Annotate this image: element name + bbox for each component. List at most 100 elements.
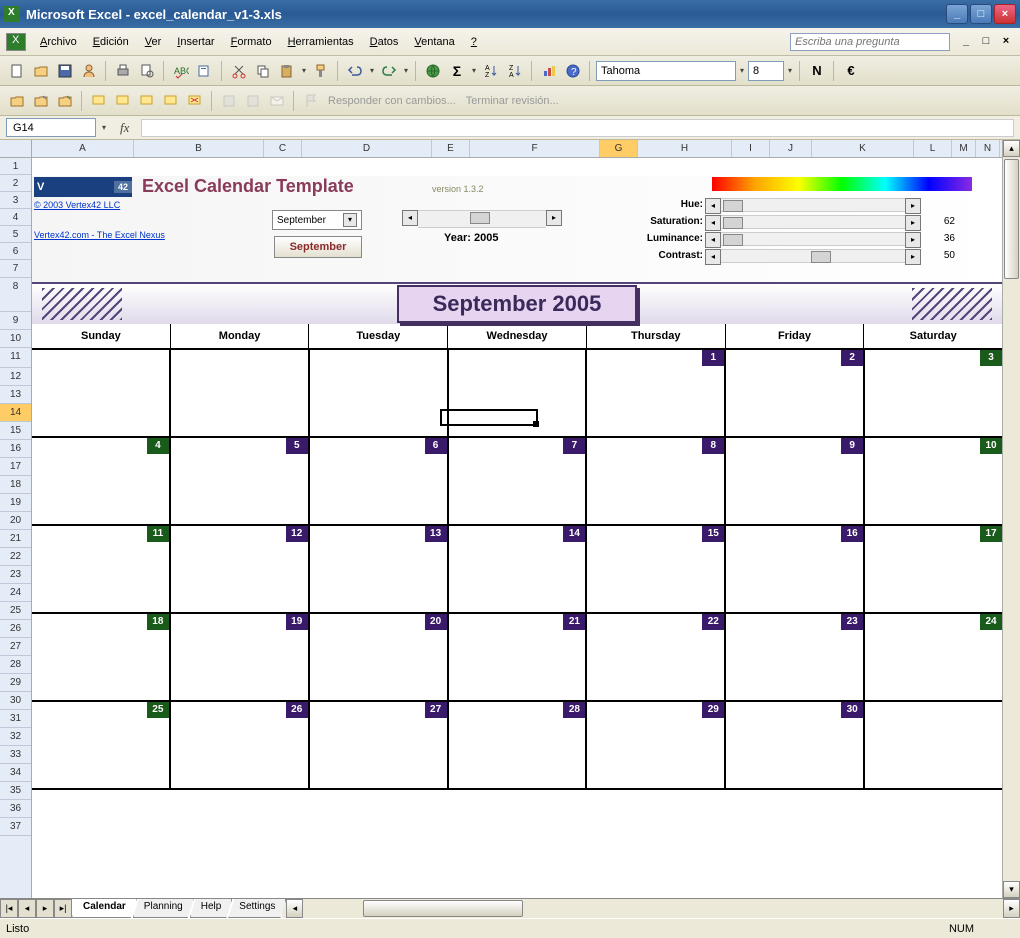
- calendar-cell[interactable]: 5: [171, 438, 310, 524]
- menu-ventana[interactable]: Ventana: [406, 33, 462, 51]
- hyperlink-button[interactable]: [422, 60, 444, 82]
- row-header-36[interactable]: 36: [0, 800, 31, 818]
- year-next-button[interactable]: ▸: [546, 210, 562, 226]
- col-header-N[interactable]: N: [976, 140, 1000, 157]
- calendar-cell[interactable]: 1: [587, 350, 726, 436]
- calendar-cell[interactable]: 11: [32, 526, 171, 612]
- row-header-25[interactable]: 25: [0, 602, 31, 620]
- paste-dropdown[interactable]: ▾: [300, 66, 308, 75]
- vscroll-thumb[interactable]: [1004, 159, 1019, 279]
- track-button[interactable]: [242, 90, 264, 112]
- calendar-cell[interactable]: 6: [310, 438, 449, 524]
- comment-show-button[interactable]: [160, 90, 182, 112]
- undo-dropdown[interactable]: ▾: [368, 66, 376, 75]
- ink-button[interactable]: [218, 90, 240, 112]
- spelling-button[interactable]: ABC: [170, 60, 192, 82]
- row-header-21[interactable]: 21: [0, 530, 31, 548]
- calendar-cell[interactable]: 3: [865, 350, 1002, 436]
- ask-question-input[interactable]: [790, 33, 950, 51]
- calendar-cell[interactable]: 19: [171, 614, 310, 700]
- calendar-cell[interactable]: 27: [310, 702, 449, 788]
- row-header-8[interactable]: 8: [0, 278, 31, 312]
- save-button[interactable]: [54, 60, 76, 82]
- scroll-right-button[interactable]: ▸: [1003, 899, 1020, 918]
- comment-delete-button[interactable]: [184, 90, 206, 112]
- vscroll-track[interactable]: [1003, 157, 1020, 881]
- row-header-17[interactable]: 17: [0, 458, 31, 476]
- doc-restore-button[interactable]: □: [978, 35, 994, 49]
- col-header-A[interactable]: A: [32, 140, 134, 157]
- calendar-cell[interactable]: 28: [449, 702, 588, 788]
- row-header-12[interactable]: 12: [0, 368, 31, 386]
- menu-insertar[interactable]: Insertar: [169, 33, 222, 51]
- calendar-cell[interactable]: 12: [171, 526, 310, 612]
- col-header-C[interactable]: C: [264, 140, 302, 157]
- sheet-tab-settings[interactable]: Settings: [228, 899, 286, 918]
- autosum-button[interactable]: Σ: [446, 60, 468, 82]
- row-header-15[interactable]: 15: [0, 422, 31, 440]
- excel-doc-icon[interactable]: [6, 33, 26, 51]
- calendar-cell[interactable]: 4: [32, 438, 171, 524]
- col-header-M[interactable]: M: [952, 140, 976, 157]
- hue-slider[interactable]: ◂▸: [705, 198, 921, 212]
- col-header-I[interactable]: I: [732, 140, 770, 157]
- row-header-32[interactable]: 32: [0, 728, 31, 746]
- month-dropdown[interactable]: September ▾: [272, 210, 362, 230]
- menu-edición[interactable]: Edición: [85, 33, 137, 51]
- folder1-button[interactable]: [6, 90, 28, 112]
- tab-first-button[interactable]: |◂: [0, 899, 18, 918]
- sort-desc-button[interactable]: ZA: [504, 60, 526, 82]
- row-header-27[interactable]: 27: [0, 638, 31, 656]
- folder3-button[interactable]: [54, 90, 76, 112]
- row-header-16[interactable]: 16: [0, 440, 31, 458]
- calendar-cell[interactable]: 30: [726, 702, 865, 788]
- tab-prev-button[interactable]: ◂: [18, 899, 36, 918]
- sheet-tab-help[interactable]: Help: [190, 899, 233, 918]
- sort-asc-button[interactable]: AZ: [480, 60, 502, 82]
- row-header-23[interactable]: 23: [0, 566, 31, 584]
- calendar-cell[interactable]: 16: [726, 526, 865, 612]
- calendar-cell[interactable]: 22: [587, 614, 726, 700]
- comment-prev-button[interactable]: [112, 90, 134, 112]
- calendar-cell[interactable]: 25: [32, 702, 171, 788]
- year-prev-button[interactable]: ◂: [402, 210, 418, 226]
- col-header-F[interactable]: F: [470, 140, 600, 157]
- calendar-cell[interactable]: 29: [587, 702, 726, 788]
- lum-slider[interactable]: ◂▸: [705, 232, 921, 246]
- font-name-dropdown[interactable]: ▾: [738, 66, 746, 75]
- hscroll-track[interactable]: [303, 899, 1003, 918]
- select-all-corner[interactable]: [0, 140, 32, 158]
- calendar-cell[interactable]: 13: [310, 526, 449, 612]
- row-header-19[interactable]: 19: [0, 494, 31, 512]
- calendar-cell[interactable]: 15: [587, 526, 726, 612]
- open-button[interactable]: [30, 60, 52, 82]
- row-header-31[interactable]: 31: [0, 710, 31, 728]
- new-button[interactable]: [6, 60, 28, 82]
- print-button[interactable]: [112, 60, 134, 82]
- cut-button[interactable]: [228, 60, 250, 82]
- redo-button[interactable]: [378, 60, 400, 82]
- calendar-cell[interactable]: 26: [171, 702, 310, 788]
- menu-datos[interactable]: Datos: [362, 33, 407, 51]
- respond-changes-button[interactable]: Responder con cambios...: [324, 95, 460, 107]
- maximize-button[interactable]: □: [970, 4, 992, 24]
- menu-herramientas[interactable]: Herramientas: [280, 33, 362, 51]
- calendar-cell[interactable]: 21: [449, 614, 588, 700]
- calendar-cell[interactable]: 24: [865, 614, 1002, 700]
- year-scrollbar[interactable]: ◂ ▸: [402, 210, 562, 228]
- comment-new-button[interactable]: [88, 90, 110, 112]
- col-header-J[interactable]: J: [770, 140, 812, 157]
- row-header-11[interactable]: 11: [0, 348, 31, 368]
- col-header-K[interactable]: K: [812, 140, 914, 157]
- calendar-cell[interactable]: 8: [587, 438, 726, 524]
- scroll-down-button[interactable]: ▾: [1003, 881, 1020, 898]
- comment-next-button[interactable]: [136, 90, 158, 112]
- row-header-2[interactable]: 2: [0, 175, 31, 192]
- chart-button[interactable]: [538, 60, 560, 82]
- menu-?[interactable]: ?: [463, 33, 485, 51]
- row-header-20[interactable]: 20: [0, 512, 31, 530]
- row-header-37[interactable]: 37: [0, 818, 31, 836]
- end-review-button[interactable]: Terminar revisión...: [462, 95, 563, 107]
- calendar-cell[interactable]: [449, 350, 588, 436]
- calendar-cell[interactable]: 18: [32, 614, 171, 700]
